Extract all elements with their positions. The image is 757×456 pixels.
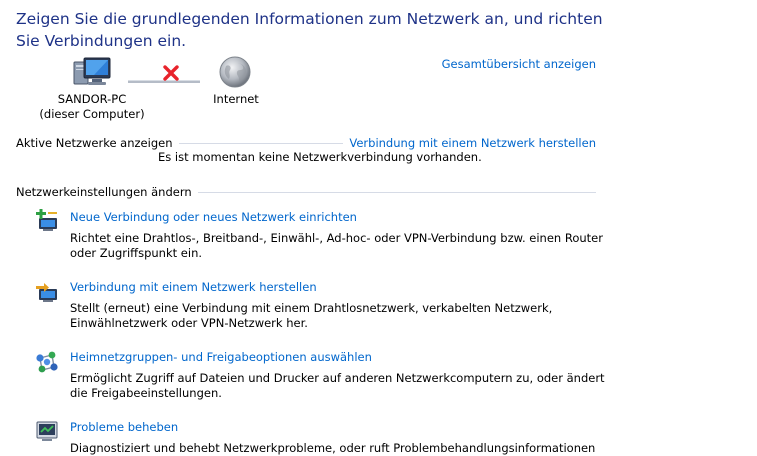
new-connection-link[interactable]: Neue Verbindung oder neues Netzwerk einr… <box>70 210 357 224</box>
computer-label: SANDOR-PC (dieser Computer) <box>36 92 148 122</box>
settings-header: Netzwerkeinstellungen ändern <box>16 184 596 200</box>
troubleshoot-description: Diagnostiziert und behebt Netzwerkproble… <box>70 441 596 455</box>
section-divider <box>178 142 344 144</box>
settings-heading: Netzwerkeinstellungen ändern <box>16 185 192 199</box>
homegroup-icon[interactable] <box>35 350 59 374</box>
computer-name: SANDOR-PC <box>57 92 127 106</box>
homegroup-link[interactable]: Heimnetzgruppen- und Freigabeoptionen au… <box>70 350 372 364</box>
new-connection-icon[interactable] <box>35 209 59 233</box>
connect-network-description: Stellt (erneut) eine Verbindung mit eine… <box>70 301 553 330</box>
full-map-link[interactable]: Gesamtübersicht anzeigen <box>380 57 596 71</box>
computer-sublabel: (dieser Computer) <box>39 107 145 121</box>
connect-network-link[interactable]: Verbindung mit einem Netzwerk herstellen <box>349 136 596 150</box>
computer-icon[interactable] <box>72 56 112 88</box>
troubleshoot-link[interactable]: Probleme beheben <box>70 420 178 434</box>
connect-network-icon[interactable] <box>35 280 59 304</box>
connect-network-task-link[interactable]: Verbindung mit einem Netzwerk herstellen <box>70 280 317 294</box>
globe-icon[interactable] <box>218 55 252 89</box>
troubleshoot-icon[interactable] <box>35 419 59 443</box>
internet-label: Internet <box>213 92 259 106</box>
no-connection-status: Es ist momentan keine Netzwerkverbindung… <box>158 150 482 164</box>
homegroup-description: Ermöglicht Zugriff auf Dateien und Druck… <box>70 371 605 400</box>
disconnected-icon <box>163 65 179 81</box>
active-networks-heading: Aktive Netzwerke anzeigen <box>16 136 173 150</box>
section-divider <box>197 191 596 193</box>
active-networks-header: Aktive Netzwerke anzeigen Verbindung mit… <box>16 135 596 151</box>
new-connection-description: Richtet eine Drahtlos-, Breitband-, Einw… <box>70 231 603 260</box>
network-center-page: Zeigen Sie die grundlegenden Information… <box>0 0 757 456</box>
page-title: Zeigen Sie die grundlegenden Information… <box>16 10 603 50</box>
